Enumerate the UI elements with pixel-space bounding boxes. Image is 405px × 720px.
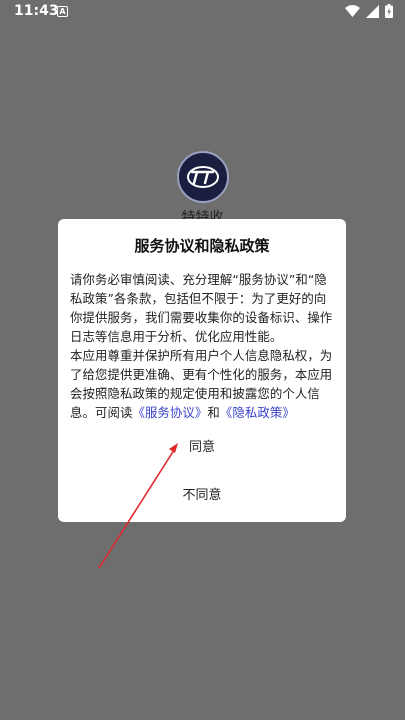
app-logo-icon bbox=[187, 166, 219, 188]
agree-button[interactable]: 同意 bbox=[58, 436, 346, 455]
app-logo bbox=[177, 151, 229, 203]
status-bar: 11:43 A bbox=[0, 0, 405, 24]
service-agreement-link[interactable]: 《服务协议》 bbox=[132, 405, 207, 420]
wifi-icon bbox=[345, 4, 360, 17]
status-icons bbox=[345, 4, 393, 18]
notification-app-icon: A bbox=[57, 6, 68, 17]
dialog-title: 服务协议和隐私政策 bbox=[134, 237, 270, 255]
dialog-paragraph-1: 请你务必审慎阅读、充分理解“服务协议”和“隐私政策”各条款，包括但不限于：为了更… bbox=[70, 272, 333, 344]
dialog-paragraph-2: 本应用尊重并保护所有用户个人信息隐私权，为了给您提供更准确、更有个性化的服务，本… bbox=[70, 346, 334, 422]
privacy-dialog: 服务协议和隐私政策 请你务必审慎阅读、充分理解“服务协议”和“隐私政策”各条款，… bbox=[58, 219, 346, 522]
signal-icon bbox=[366, 4, 379, 18]
status-time: 11:43 bbox=[14, 3, 59, 19]
disagree-button[interactable]: 不同意 bbox=[58, 484, 346, 503]
battery-icon bbox=[385, 4, 393, 18]
and-text: 和 bbox=[207, 405, 220, 420]
privacy-policy-link[interactable]: 《隐私政策》 bbox=[220, 405, 295, 420]
dialog-body: 请你务必审慎阅读、充分理解“服务协议”和“隐私政策”各条款，包括但不限于：为了更… bbox=[70, 270, 334, 422]
